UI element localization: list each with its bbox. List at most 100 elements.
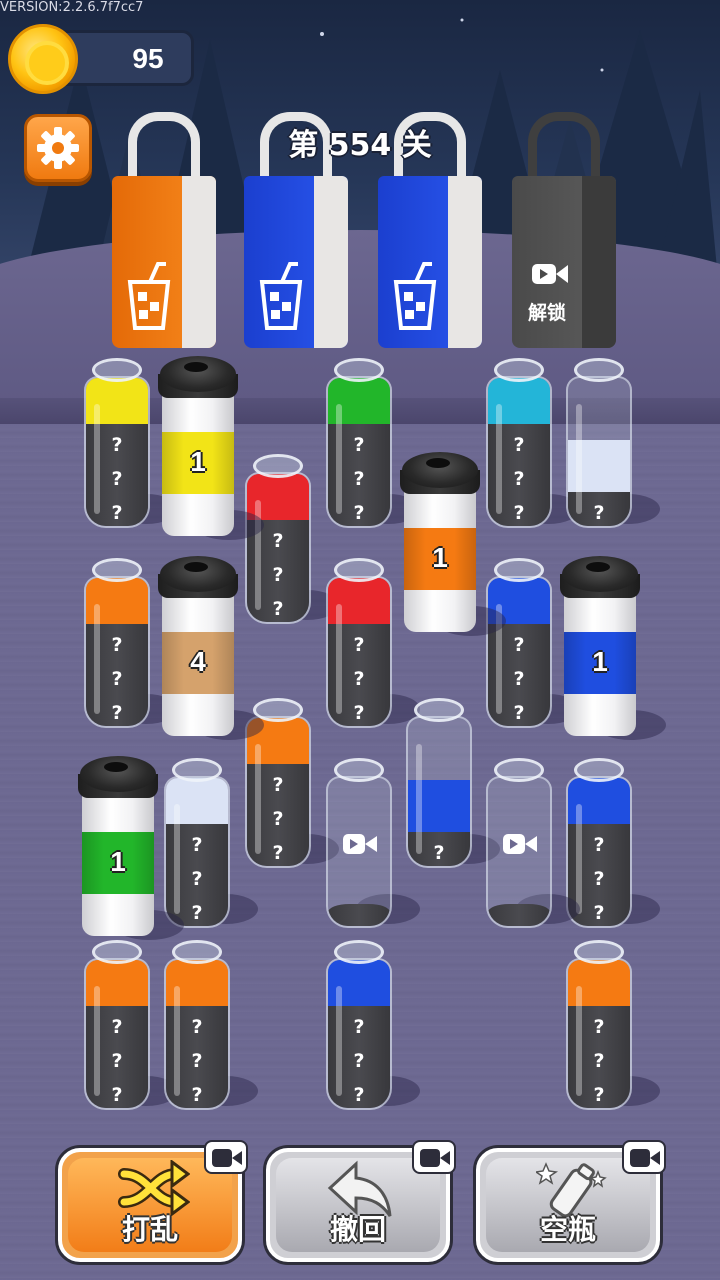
glass-highlight <box>576 986 582 1096</box>
hidden-mark: ? <box>433 842 445 864</box>
glass-highlight <box>94 404 100 514</box>
bottle[interactable]: ??? <box>566 940 632 1110</box>
bottle-neck <box>574 758 624 782</box>
iced-drink-icon <box>259 262 303 330</box>
hidden-mark: ? <box>353 1084 365 1106</box>
bottle[interactable]: ??? <box>326 940 392 1110</box>
hidden-mark: ? <box>111 502 123 524</box>
glass-highlight <box>336 404 342 514</box>
bottle[interactable] <box>326 758 392 928</box>
bottle[interactable]: ??? <box>84 558 150 728</box>
bottle-glass: ??? <box>326 958 392 1110</box>
bottle-glass: ??? <box>164 776 230 928</box>
drink-cup[interactable]: 1 <box>400 452 480 638</box>
hidden-mark: ? <box>513 468 525 490</box>
bottle-neck <box>92 940 142 964</box>
glass-highlight <box>336 604 342 714</box>
glass-highlight <box>94 986 100 1096</box>
bottle-neck <box>334 758 384 782</box>
hidden-mark: ? <box>111 668 123 690</box>
bottle-neck <box>172 940 222 964</box>
bottle[interactable]: ??? <box>164 940 230 1110</box>
bottle[interactable]: ??? <box>164 758 230 928</box>
hidden-mark: ? <box>513 502 525 524</box>
game-stage: VERSION:2.2.6.7f7cc7 95 解锁 第 554 关 ? ? ?… <box>0 0 720 1280</box>
cup-lid-hole <box>184 362 208 372</box>
glass-highlight <box>94 604 100 714</box>
bottle[interactable]: ??? <box>326 358 392 528</box>
video-icon <box>420 1149 450 1167</box>
glass-highlight <box>496 404 502 514</box>
unlock-label: 解锁 <box>527 302 566 324</box>
bottle-glass: ??? <box>245 716 311 868</box>
bottle[interactable]: ??? <box>486 358 552 528</box>
iced-drink-icon <box>393 262 437 330</box>
bottle[interactable] <box>486 758 552 928</box>
bottle[interactable]: ? <box>566 358 632 528</box>
bottle-neck <box>253 454 303 478</box>
empty-bottle-button[interactable]: 空瓶 <box>476 1140 666 1262</box>
bottle-glass: ??? <box>164 958 230 1110</box>
cup-lid-hole <box>104 762 128 772</box>
bottle-glass: ??? <box>84 376 150 528</box>
undo-button[interactable]: 撤回 <box>266 1140 456 1262</box>
cup-lid-hole <box>426 458 450 468</box>
bottle-glass: ? <box>406 716 472 868</box>
hidden-mark: ? <box>593 1050 605 1072</box>
bottle[interactable]: ??? <box>326 558 392 728</box>
hidden-mark: ? <box>353 668 365 690</box>
shuffle-button[interactable]: 打乱 <box>58 1140 248 1262</box>
bottle-neck <box>334 358 384 382</box>
bottle-bottom-liquid <box>328 904 390 926</box>
hidden-mark: ? <box>191 1084 203 1106</box>
cup-count: 1 <box>592 646 608 677</box>
bottle[interactable]: ??? <box>486 558 552 728</box>
glass-highlight <box>416 744 422 854</box>
drink-cup[interactable]: 1 <box>560 556 640 742</box>
bottle-glass: ??? <box>486 576 552 728</box>
version-label: VERSION:2.2.6.7f7cc7 <box>0 0 144 15</box>
bottle-neck <box>494 558 544 582</box>
bottle[interactable]: ??? <box>84 358 150 528</box>
bottle[interactable]: ??? <box>245 454 311 624</box>
ad-badge <box>204 1140 248 1174</box>
glass-highlight <box>576 804 582 914</box>
bottle-neck <box>574 358 624 382</box>
drink-cup[interactable]: 1 <box>78 756 158 942</box>
video-icon <box>503 834 537 854</box>
bottle[interactable]: ? <box>406 698 472 868</box>
hidden-mark: ? <box>111 1050 123 1072</box>
bottle-neck <box>334 558 384 582</box>
hidden-mark: ? <box>593 834 605 856</box>
cup-count: 1 <box>432 542 448 573</box>
ad-badge <box>412 1140 456 1174</box>
hidden-mark: ? <box>593 502 605 524</box>
hidden-mark: ? <box>191 868 203 890</box>
bottle-neck <box>92 558 142 582</box>
bottle-neck <box>172 758 222 782</box>
hidden-mark: ? <box>593 1084 605 1106</box>
drink-cup[interactable]: 4 <box>158 556 238 742</box>
hidden-mark: ? <box>191 1016 203 1038</box>
hidden-mark: ? <box>111 1016 123 1038</box>
cup-lid-hole <box>586 562 610 572</box>
glass-highlight <box>336 986 342 1096</box>
hidden-mark: ? <box>593 1016 605 1038</box>
cup-lid-hole <box>184 562 208 572</box>
bottle-glass: ??? <box>326 576 392 728</box>
glass-highlight <box>174 986 180 1096</box>
cup-count: 1 <box>110 846 126 877</box>
hidden-mark: ? <box>353 634 365 656</box>
hidden-mark: ? <box>111 434 123 456</box>
bottle-neck <box>494 358 544 382</box>
bottle-glass: ??? <box>84 958 150 1110</box>
hidden-mark: ? <box>111 634 123 656</box>
hidden-mark: ? <box>353 502 365 524</box>
hidden-mark: ? <box>513 668 525 690</box>
bottle[interactable]: ??? <box>84 940 150 1110</box>
drink-cup[interactable]: 1 <box>158 356 238 542</box>
bottle-neck <box>92 358 142 382</box>
hidden-mark: ? <box>111 468 123 490</box>
bottle-glass: ??? <box>486 376 552 528</box>
hidden-mark: ? <box>191 834 203 856</box>
